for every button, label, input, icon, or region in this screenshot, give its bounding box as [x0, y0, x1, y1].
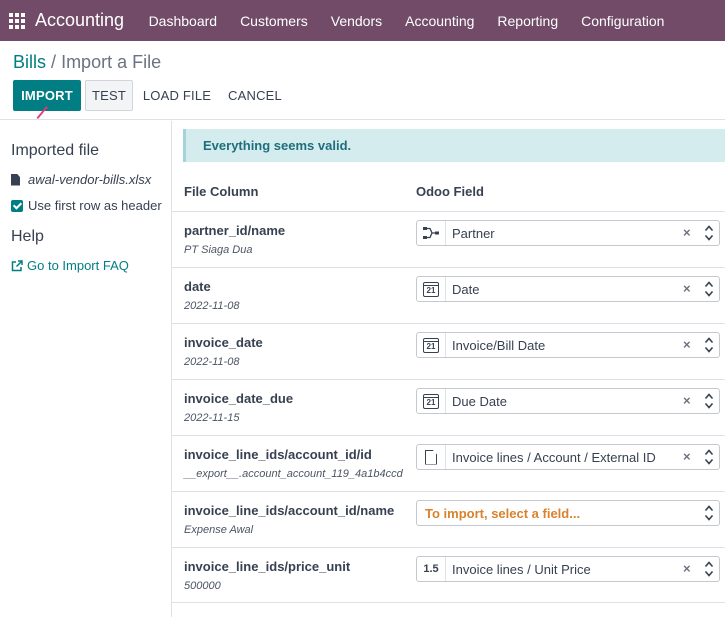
file-column-name: partner_id/name	[184, 223, 286, 238]
clear-icon[interactable]: ×	[683, 393, 691, 408]
document-icon	[425, 449, 437, 465]
file-icon	[11, 173, 20, 186]
odoo-field-select[interactable]: To import, select a field...	[416, 500, 720, 526]
file-column-sample: 2022-11-15	[184, 412, 240, 424]
odoo-field-select[interactable]: 1.5 Invoice lines / Unit Price ×	[416, 556, 720, 582]
selected-field: Due Date	[452, 394, 507, 409]
file-column-sample: 2022-11-08	[184, 356, 240, 368]
calendar-icon: 21	[423, 393, 439, 409]
mapping-row: partner_id/name PT Siaga Dua Partner ×	[172, 211, 725, 267]
menu-dashboard[interactable]: Dashboard	[137, 13, 229, 29]
import-faq-label[interactable]: Go to Import FAQ	[27, 258, 129, 273]
relation-icon	[423, 227, 439, 239]
selected-field: Date	[452, 282, 480, 297]
load-file-button[interactable]: LOAD FILE	[140, 80, 214, 111]
updown-arrows-icon	[704, 449, 714, 465]
selected-field: Partner	[452, 226, 495, 241]
file-column-name: invoice_line_ids/account_id/id	[184, 447, 372, 462]
imported-file-row: awal-vendor-bills.xlsx	[11, 172, 151, 187]
odoo-field-select[interactable]: Invoice lines / Account / External ID ×	[416, 444, 720, 470]
odoo-field-header: Odoo Field	[416, 184, 484, 199]
menu-reporting[interactable]: Reporting	[486, 13, 570, 29]
app-name[interactable]: Accounting	[35, 10, 124, 31]
mapping-row: invoice_line_ids/account_id/name Expense…	[172, 491, 725, 547]
file-column-header: File Column	[184, 184, 259, 199]
clear-icon[interactable]: ×	[683, 561, 691, 576]
updown-arrows-icon	[704, 281, 714, 297]
first-row-header-option[interactable]: Use first row as header	[11, 198, 162, 213]
file-column-name: date	[184, 279, 211, 294]
selected-field: Invoice lines / Unit Price	[452, 562, 591, 577]
file-column-name: invoice_line_ids/price_unit	[184, 559, 351, 574]
clear-icon[interactable]: ×	[683, 281, 691, 296]
file-column-sample: PT Siaga Dua	[184, 244, 253, 256]
header-checkbox-label[interactable]: Use first row as header	[28, 198, 162, 213]
import-sidebar: Imported file awal-vendor-bills.xlsx Use…	[0, 121, 172, 617]
clear-icon[interactable]: ×	[683, 225, 691, 240]
validation-alert: Everything seems valid.	[183, 129, 725, 162]
file-column-sample: 500000	[184, 580, 221, 592]
odoo-field-select[interactable]: 21 Date ×	[416, 276, 720, 302]
file-column-sample: 2022-11-08	[184, 300, 240, 312]
top-navbar: Accounting Dashboard Customers Vendors A…	[0, 0, 725, 41]
file-column-sample: Expense Awal	[184, 524, 254, 536]
calendar-icon: 21	[423, 337, 439, 353]
breadcrumb-separator: /	[51, 52, 57, 72]
updown-arrows-icon	[704, 225, 714, 241]
odoo-field-select[interactable]: 21 Invoice/Bill Date ×	[416, 332, 720, 358]
updown-arrows-icon	[704, 505, 714, 521]
menu-configuration[interactable]: Configuration	[570, 13, 676, 29]
odoo-field-select[interactable]: 21 Due Date ×	[416, 388, 720, 414]
clear-icon[interactable]: ×	[683, 449, 691, 464]
menu-customers[interactable]: Customers	[229, 13, 320, 29]
cancel-button[interactable]: CANCEL	[224, 80, 286, 111]
control-panel: Bills / Import a File IMPORT TEST LOAD F…	[0, 41, 725, 120]
breadcrumb-bills[interactable]: Bills	[13, 52, 46, 72]
updown-arrows-icon	[704, 337, 714, 353]
calendar-icon: 21	[423, 281, 439, 297]
odoo-field-select[interactable]: Partner ×	[416, 220, 720, 246]
import-mapping-panel: Everything seems valid. File Column Odoo…	[172, 121, 725, 617]
file-column-name: invoice_line_ids/account_id/name	[184, 503, 395, 518]
clear-icon[interactable]: ×	[683, 337, 691, 352]
menu-vendors[interactable]: Vendors	[319, 13, 393, 29]
updown-arrows-icon	[704, 393, 714, 409]
help-title: Help	[11, 228, 44, 245]
file-column-sample: __export__.account_account_119_4a1b4ccd	[184, 468, 403, 480]
header-checkbox[interactable]	[11, 199, 23, 212]
field-placeholder: To import, select a field...	[425, 506, 581, 521]
updown-arrows-icon	[704, 561, 714, 577]
breadcrumb-current: Import a File	[61, 52, 162, 72]
selected-field: Invoice lines / Account / External ID	[452, 450, 656, 465]
test-button[interactable]: TEST	[85, 80, 133, 111]
mapping-row: invoice_line_ids/account_id/id __export_…	[172, 435, 725, 491]
external-link-icon	[11, 259, 23, 271]
mapping-row: date 2022-11-08 21 Date ×	[172, 267, 725, 323]
selected-field: Invoice/Bill Date	[452, 338, 546, 353]
apps-menu-icon[interactable]	[9, 12, 25, 29]
import-faq-link[interactable]: Go to Import FAQ	[11, 258, 129, 273]
mapping-row: invoice_line_ids/price_unit 500000 1.5 I…	[172, 547, 725, 603]
main-menu: Dashboard Customers Vendors Accounting R…	[137, 13, 676, 29]
imported-file-title: Imported file	[11, 142, 100, 159]
file-name: awal-vendor-bills.xlsx	[28, 172, 152, 187]
menu-accounting[interactable]: Accounting	[394, 13, 486, 29]
mapping-row: invoice_date_due 2022-11-15 21 Due Date …	[172, 379, 725, 435]
float-icon: 1.5	[417, 557, 446, 581]
file-column-name: invoice_date	[184, 335, 263, 350]
file-column-name: invoice_date_due	[184, 391, 294, 406]
mouse-cursor-icon	[36, 106, 49, 119]
mapping-row: invoice_date 2022-11-08 21 Invoice/Bill …	[172, 323, 725, 379]
breadcrumb: Bills / Import a File	[13, 52, 161, 73]
